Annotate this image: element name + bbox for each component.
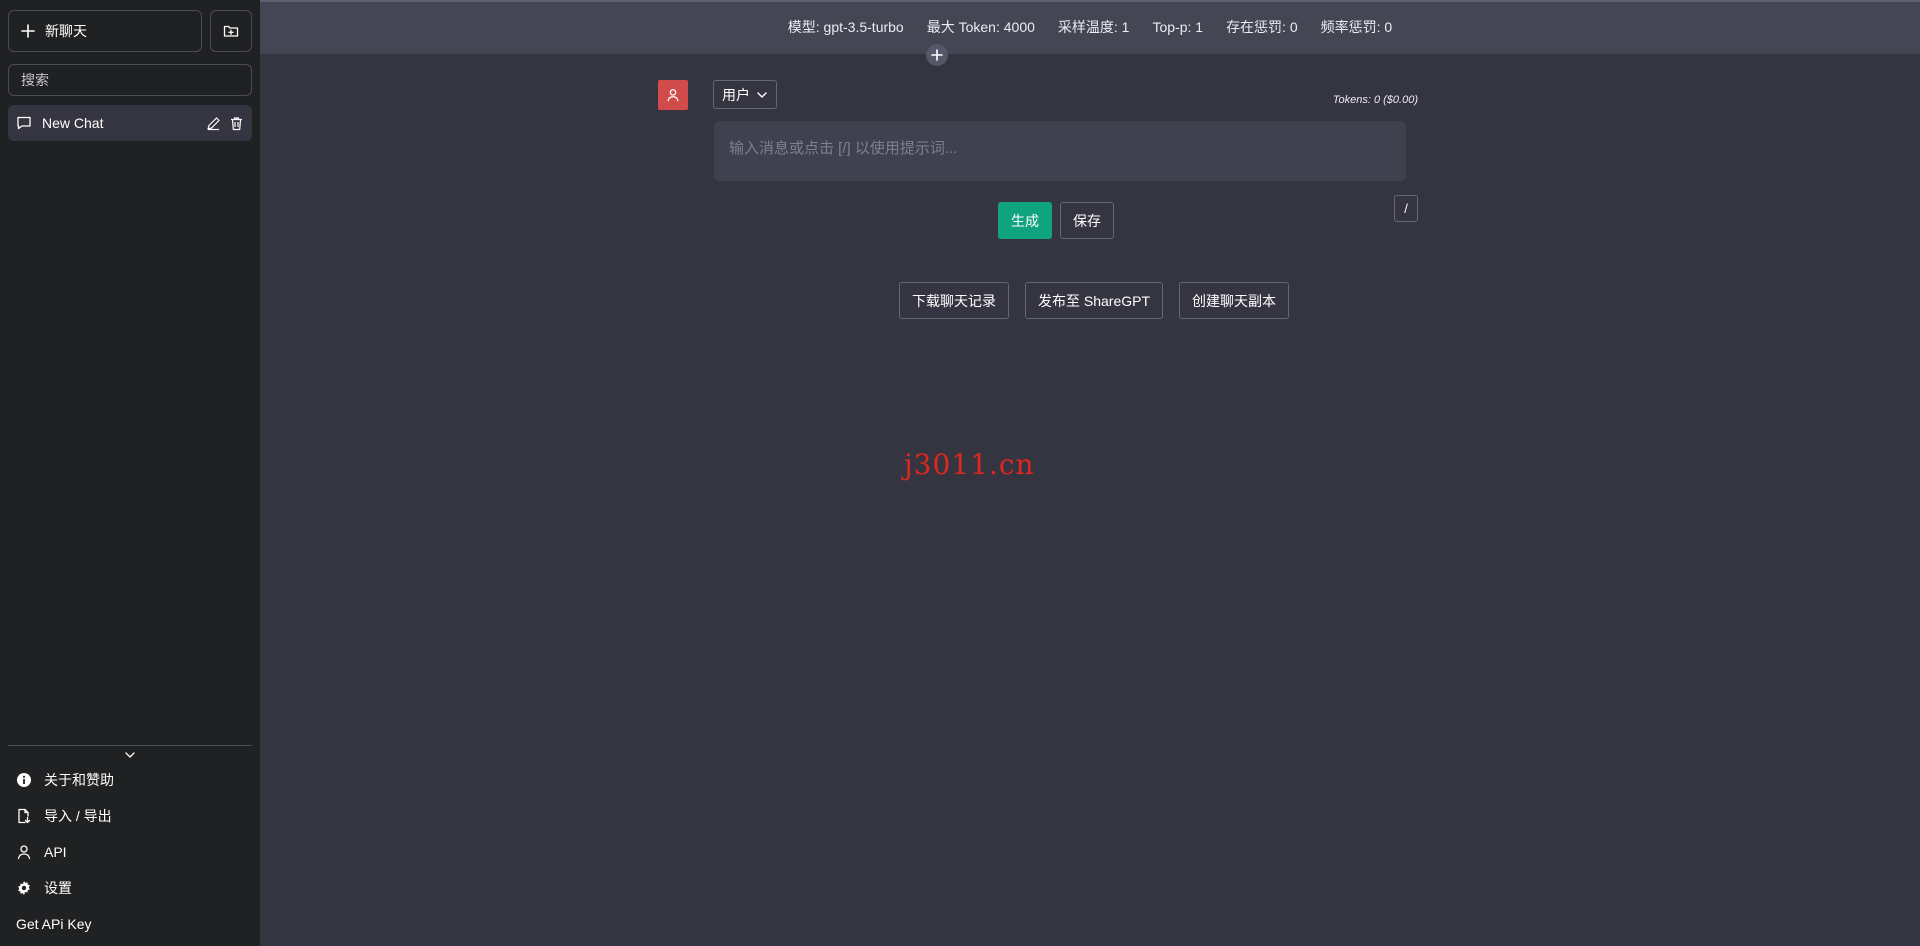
plus-icon [21, 24, 35, 38]
person-icon [16, 844, 32, 860]
trash-icon[interactable] [229, 116, 244, 131]
new-folder-button[interactable] [210, 10, 252, 52]
generate-button[interactable]: 生成 [998, 202, 1052, 239]
chevron-down-icon [124, 751, 136, 759]
chat-title: New Chat [42, 115, 104, 131]
model-config-bar[interactable]: 模型: gpt-3.5-turbo 最大 Token: 4000 采样温度: 1… [260, 0, 1920, 54]
person-icon [666, 88, 680, 102]
gear-icon [16, 880, 32, 896]
folder-plus-icon [223, 23, 239, 39]
about-menu-item[interactable]: 关于和赞助 [8, 762, 252, 798]
role-select[interactable]: 用户 [713, 80, 777, 109]
chat-bubble-icon [16, 115, 32, 131]
api-label: API [44, 844, 67, 860]
message-input[interactable] [714, 121, 1406, 181]
watermark: j3011.cn [904, 448, 1035, 481]
import-export-label: 导入 / 导出 [44, 808, 112, 824]
chat-list: New Chat [8, 105, 252, 745]
clone-chat-button[interactable]: 创建聊天副本 [1179, 282, 1290, 319]
get-api-key-label: Get APi Key [16, 916, 92, 932]
sidebar-top: 新聊天 [8, 10, 252, 52]
get-api-key-link[interactable]: Get APi Key [8, 906, 252, 942]
chat-item-actions [206, 116, 244, 131]
chevron-down-icon [756, 91, 768, 99]
collapse-toggle[interactable] [8, 748, 252, 762]
config-top-p: Top-p: 1 [1152, 19, 1204, 35]
info-icon [16, 772, 32, 788]
settings-label: 设置 [44, 880, 72, 896]
chat-actions: 下载聊天记录 发布至 ShareGPT 创建聊天副本 [260, 282, 1920, 319]
edit-icon[interactable] [206, 116, 221, 131]
message-actions: 生成 保存 [658, 202, 1418, 239]
search-input[interactable] [8, 64, 252, 96]
add-message-button[interactable] [926, 44, 948, 66]
config-presence-penalty: 存在惩罚: 0 [1226, 19, 1298, 35]
new-chat-label: 新聊天 [45, 23, 87, 39]
share-gpt-button[interactable]: 发布至 ShareGPT [1024, 282, 1164, 319]
download-chat-button[interactable]: 下载聊天记录 [898, 282, 1009, 319]
sidebar-bottom: 关于和赞助 导入 / 导出 API 设置 Get APi Key [8, 745, 252, 946]
config-model: 模型: gpt-3.5-turbo [787, 19, 904, 35]
about-label: 关于和赞助 [44, 772, 114, 788]
config-frequency-penalty: 频率惩罚: 0 [1320, 19, 1393, 35]
save-button[interactable]: 保存 [1060, 202, 1114, 239]
new-chat-button[interactable]: 新聊天 [8, 10, 202, 52]
settings-menu-item[interactable]: 设置 [8, 870, 252, 906]
app-root: 新聊天 New Chat [0, 0, 1920, 946]
chat-list-item[interactable]: New Chat [8, 105, 252, 141]
user-avatar [658, 80, 688, 110]
token-count: Tokens: 0 ($0.00) [1332, 94, 1418, 106]
config-temperature: 采样温度: 1 [1057, 19, 1130, 35]
file-transfer-icon [16, 808, 32, 824]
role-select-value: 用户 [722, 86, 750, 103]
plus-icon [931, 49, 943, 61]
api-menu-item[interactable]: API [8, 834, 252, 870]
sidebar: 新聊天 New Chat [0, 0, 260, 946]
config-max-tokens: 最大 Token: 4000 [926, 19, 1035, 35]
import-export-menu-item[interactable]: 导入 / 导出 [8, 798, 252, 834]
chat-main: 模型: gpt-3.5-turbo 最大 Token: 4000 采样温度: 1… [260, 0, 1920, 946]
